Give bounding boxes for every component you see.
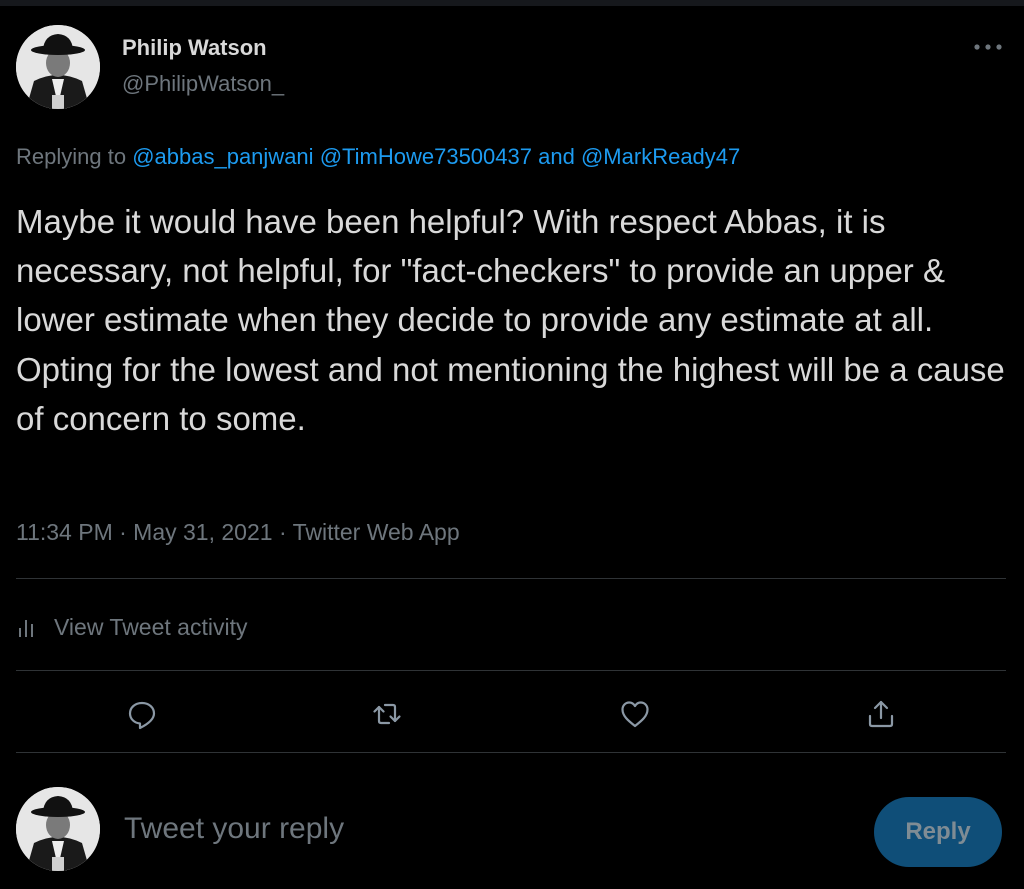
mention-joiner: and: [538, 144, 575, 169]
divider: [16, 752, 1006, 753]
like-button[interactable]: [613, 692, 657, 736]
more-horizontal-icon: [974, 44, 1002, 50]
reply-icon: [128, 701, 156, 730]
top-border: [0, 0, 1024, 6]
divider: [16, 670, 1006, 671]
view-tweet-activity-link[interactable]: View Tweet activity: [16, 610, 247, 644]
replying-to-line: Replying to @abbas_panjwani @TimHowe7350…: [16, 144, 740, 170]
more-options-button[interactable]: [968, 34, 1008, 60]
retweet-button[interactable]: [365, 692, 409, 736]
retweet-icon: [373, 703, 401, 725]
share-icon: [868, 700, 894, 728]
divider: [16, 578, 1006, 579]
mention-link[interactable]: @TimHowe73500437: [320, 144, 532, 169]
reply-input[interactable]: Tweet your reply: [124, 812, 344, 846]
mention-link[interactable]: @abbas_panjwani: [132, 144, 313, 169]
user-avatar[interactable]: [16, 787, 100, 871]
author-name[interactable]: Philip Watson: [122, 35, 267, 61]
reply-submit-button[interactable]: Reply: [874, 797, 1002, 867]
share-button[interactable]: [859, 692, 903, 736]
reply-button[interactable]: [120, 692, 164, 736]
author-handle[interactable]: @PhilipWatson_: [122, 71, 284, 97]
avatar-image: [16, 787, 100, 871]
tweet-text: Maybe it would have been helpful? With r…: [16, 203, 1005, 437]
view-tweet-activity-label: View Tweet activity: [54, 613, 248, 640]
avatar-image: [16, 25, 100, 109]
replying-prefix: Replying to: [16, 144, 127, 169]
analytics-icon: [19, 620, 33, 637]
author-avatar[interactable]: [16, 25, 100, 109]
like-icon: [621, 701, 649, 728]
tweet-timestamp[interactable]: 11:34 PM · May 31, 2021 · Twitter Web Ap…: [16, 519, 460, 546]
mention-link[interactable]: @MarkReady47: [581, 144, 740, 169]
